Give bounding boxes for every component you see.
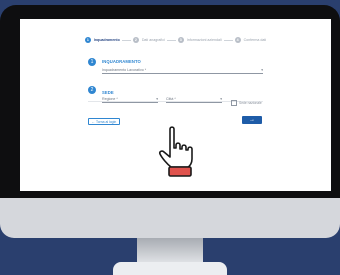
- field-label: Città *: [166, 97, 176, 101]
- step-label: Conferma dati: [243, 38, 267, 42]
- step-connector: [166, 39, 176, 41]
- chevron-down-icon: ▾: [156, 97, 158, 101]
- sede-nazionale-checkbox[interactable]: Sede nazionale: [231, 100, 262, 106]
- step-number: 2: [132, 37, 139, 43]
- chevron-down-icon: ▾: [220, 97, 222, 101]
- regione-select[interactable]: Regione * ▾: [102, 96, 158, 103]
- checkbox-box[interactable]: [231, 100, 237, 106]
- step-number: 1: [84, 37, 91, 43]
- monitor-chin: [0, 198, 340, 238]
- step-4[interactable]: 4 Conferma dati: [234, 37, 267, 43]
- step-label: Informazioni aziendali: [186, 38, 222, 42]
- illustration: 1 Inquadramento 2 Dati anagrafici 3 Info…: [0, 0, 340, 275]
- field-label: Regione *: [102, 97, 118, 101]
- step-1[interactable]: 1 Inquadramento: [84, 37, 120, 43]
- field-label: Inquadramento Lavorativo *: [102, 68, 147, 72]
- section-number-icon: 2: [88, 86, 96, 94]
- step-number: 4: [234, 37, 241, 43]
- step-number: 3: [177, 37, 184, 43]
- inquadramento-select[interactable]: Inquadramento Lavorativo * ▾: [102, 67, 263, 74]
- pointer-hand-icon: [159, 126, 193, 177]
- step-connector: [121, 39, 131, 41]
- section-title: SEDE: [102, 90, 114, 95]
- step-label: Inquadramento: [93, 38, 120, 42]
- step-connector: [223, 39, 233, 41]
- monitor-base: [113, 262, 227, 275]
- app-screen: 1 Inquadramento 2 Dati anagrafici 3 Info…: [20, 19, 331, 191]
- citta-select[interactable]: Città * ▾: [166, 96, 222, 103]
- step-label: Dati anagrafici: [141, 38, 165, 42]
- next-button[interactable]: →: [242, 116, 262, 124]
- step-3[interactable]: 3 Informazioni aziendali: [177, 37, 222, 43]
- checkbox-label: Sede nazionale: [239, 101, 262, 105]
- wizard-stepper: 1 Inquadramento 2 Dati anagrafici 3 Info…: [20, 33, 331, 47]
- step-2[interactable]: 2 Dati anagrafici: [132, 37, 165, 43]
- section-title: INQUADRAMENTO: [102, 59, 141, 64]
- section-number-icon: 1: [88, 58, 96, 66]
- chevron-down-icon: ▾: [261, 68, 263, 72]
- back-to-login-button[interactable]: ← Torna al login: [88, 118, 120, 125]
